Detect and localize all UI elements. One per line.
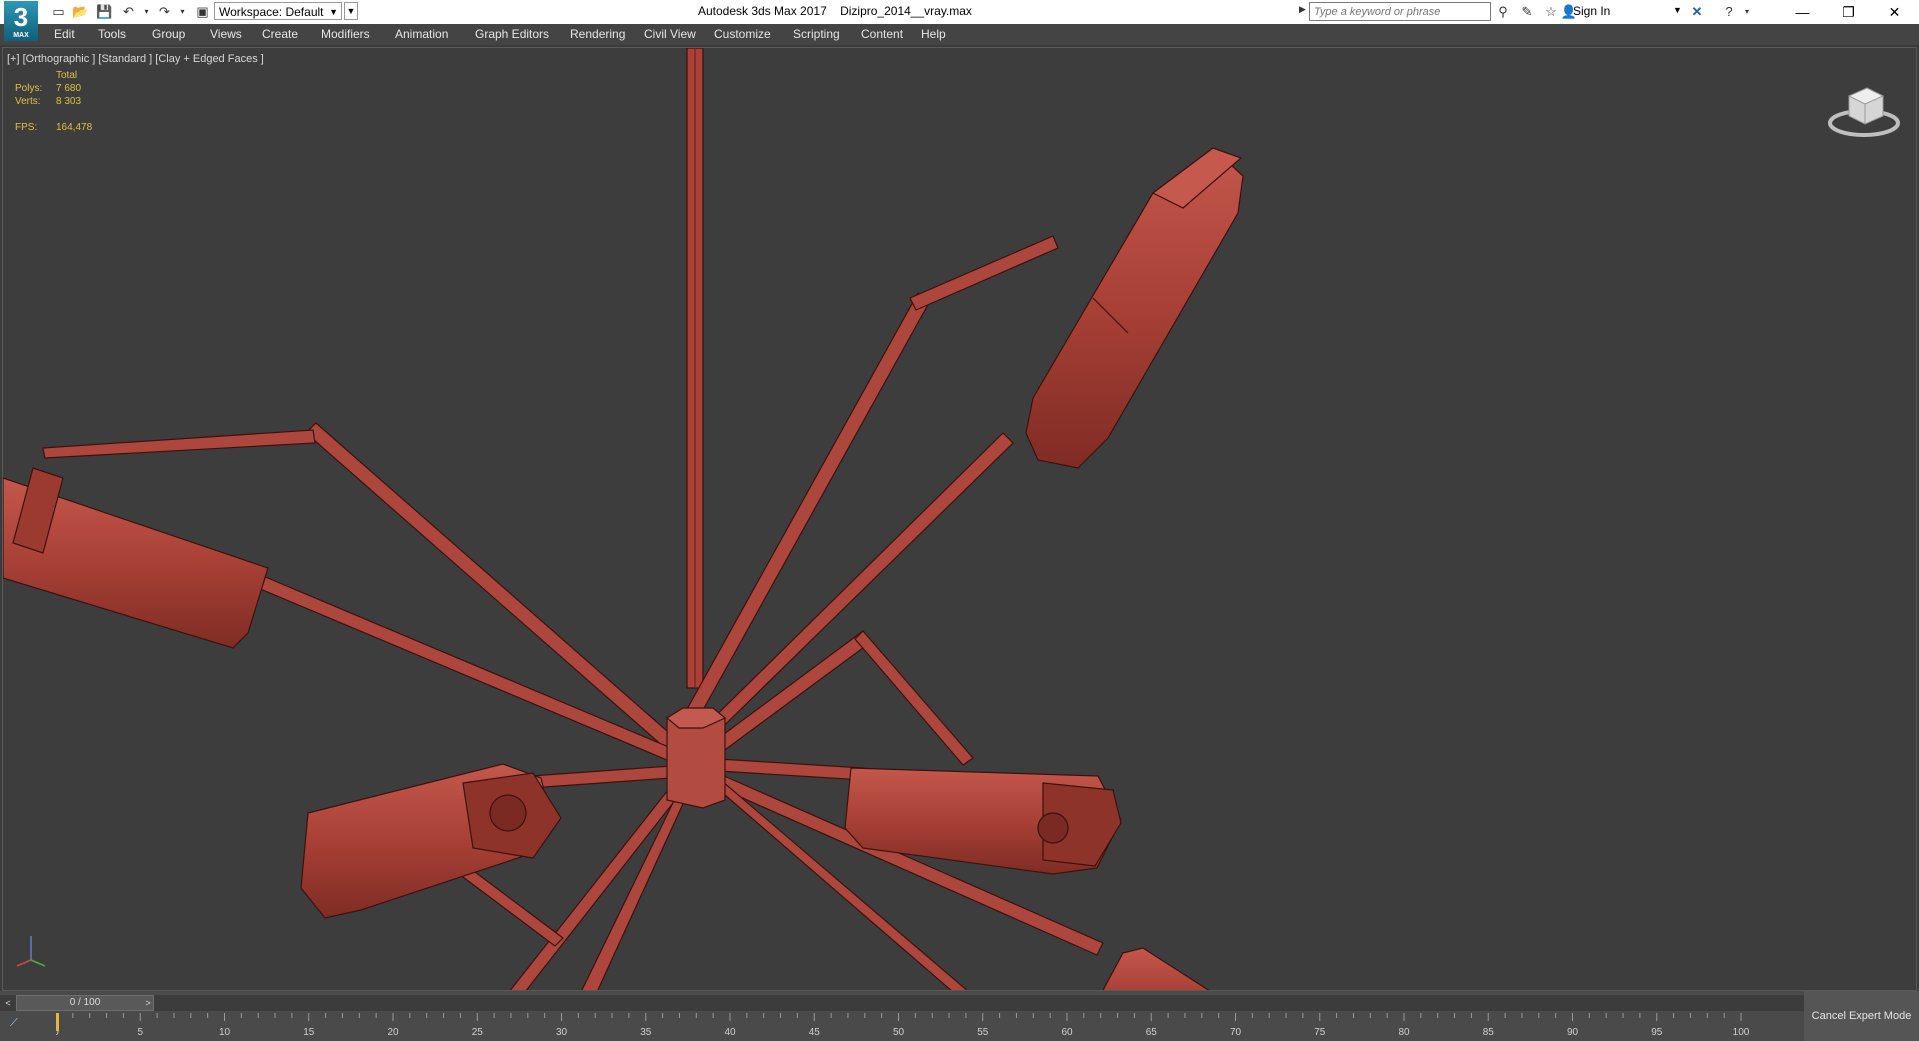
minimize-button[interactable]: — — [1780, 0, 1825, 24]
redo-icon[interactable]: ↷ — [156, 3, 173, 20]
workspace-label: Workspace: Default — [219, 5, 324, 19]
time-slider-track[interactable] — [0, 995, 1804, 1011]
undo-dropdown-icon[interactable]: ▾ — [138, 3, 155, 20]
workspace-dropdown[interactable]: Workspace: Default ▼ — [214, 2, 342, 20]
timeline-tick-label: 60 — [1061, 1027, 1073, 1038]
fps-label: FPS: — [15, 122, 38, 133]
track-bar[interactable]: 0510152025303540455055606570758085909510… — [56, 1013, 1756, 1041]
verts-value: 8 303 — [56, 96, 82, 107]
menu-edit[interactable]: Edit — [54, 27, 75, 41]
fps-value: 164,478 — [56, 122, 93, 133]
help-icon[interactable]: ? — [1720, 3, 1738, 21]
menu-group[interactable]: Group — [152, 27, 185, 41]
menu-animation[interactable]: Animation — [395, 27, 448, 41]
next-frame-button[interactable]: > — [140, 995, 156, 1011]
chevron-down-icon: ▼ — [329, 7, 338, 17]
menu-content[interactable]: Content — [861, 27, 903, 41]
menu-bar: Edit Tools Group Views Create Modifiers … — [0, 24, 1919, 45]
subscription-icon[interactable]: ✎ — [1518, 3, 1536, 21]
timeline-tick-label: 75 — [1314, 1027, 1326, 1038]
title-bar: 3 MAX ▭ 📂 💾 ↶ ▾ ↷ ▾ ▣ Workspace: Default… — [0, 0, 1919, 41]
restore-button[interactable]: ❐ — [1826, 0, 1871, 24]
timeline-tick-label: 85 — [1483, 1027, 1495, 1038]
menu-create[interactable]: Create — [262, 27, 298, 41]
save-file-icon[interactable]: 💾 — [96, 3, 113, 20]
binoculars-icon[interactable]: ⚲ — [1494, 3, 1512, 21]
menu-graph-editors[interactable]: Graph Editors — [475, 27, 549, 41]
polys-value: 7 680 — [56, 83, 82, 94]
axis-tripod-icon — [16, 936, 46, 967]
current-frame-marker[interactable] — [56, 1013, 59, 1031]
time-slider-thumb[interactable]: 0 / 100 — [16, 995, 154, 1011]
viewport-label-menu[interactable]: [+] [Orthographic ] [Standard ] [Clay + … — [7, 53, 264, 65]
timeline-tick-label: 45 — [809, 1027, 821, 1038]
timeline-tick-label: 50 — [893, 1027, 905, 1038]
window-title: Autodesk 3ds Max 2017 Dizipro_2014__vray… — [698, 4, 972, 18]
timeline-tick-label: 80 — [1398, 1027, 1410, 1038]
redo-dropdown-icon[interactable]: ▾ — [174, 3, 191, 20]
sign-in-button[interactable]: Sign In — [1573, 4, 1610, 18]
time-bar: < 0 / 100 > ⟋ 05101520253035404550556065… — [0, 991, 1919, 1041]
timeline-tick-label: 10 — [219, 1027, 231, 1038]
help-dropdown-icon[interactable]: ▾ — [1738, 3, 1756, 21]
timeline-tick-label: 40 — [724, 1027, 736, 1038]
close-button[interactable]: ✕ — [1872, 0, 1917, 24]
timeline-tick-label: 35 — [640, 1027, 652, 1038]
timeline-tick-label: 70 — [1230, 1027, 1242, 1038]
scene-render[interactable] — [3, 48, 1917, 991]
undo-icon[interactable]: ↶ — [120, 3, 137, 20]
menu-modifiers[interactable]: Modifiers — [321, 27, 370, 41]
verts-label: Verts: — [15, 96, 41, 107]
timeline-tick-label: 55 — [977, 1027, 989, 1038]
app-logo-sub: MAX — [13, 32, 29, 39]
viewcube-icon[interactable] — [1827, 78, 1901, 148]
mini-curve-editor-icon[interactable]: ⟋ — [10, 1017, 18, 1030]
polys-label: Polys: — [15, 83, 43, 94]
project-folder-icon[interactable]: ▣ — [194, 3, 211, 20]
search-expand-icon[interactable]: ▶ — [1299, 4, 1306, 15]
menu-views[interactable]: Views — [210, 27, 242, 41]
menu-rendering[interactable]: Rendering — [570, 27, 625, 41]
timeline-tick-label: 30 — [556, 1027, 568, 1038]
menu-tools[interactable]: Tools — [98, 27, 126, 41]
perspective-viewport[interactable]: [+] [Orthographic ] [Standard ] [Clay + … — [2, 47, 1917, 991]
search-input[interactable] — [1309, 2, 1491, 21]
menu-customize[interactable]: Customize — [714, 27, 771, 41]
timeline-tick-label: 100 — [1733, 1027, 1750, 1038]
previous-frame-button[interactable]: < — [0, 995, 16, 1011]
timeline-tick-label: 5 — [137, 1027, 143, 1038]
timeline-tick-label: 15 — [303, 1027, 315, 1038]
chevron-down-icon[interactable]: ▼ — [1673, 5, 1682, 15]
timeline-tick-label: 65 — [1146, 1027, 1158, 1038]
menu-help[interactable]: Help — [921, 27, 946, 41]
new-file-icon[interactable]: ▭ — [50, 3, 67, 20]
timeline-tick-label: 90 — [1567, 1027, 1579, 1038]
app-logo-text: 3 — [13, 2, 29, 32]
timeline-tick-label: 20 — [387, 1027, 399, 1038]
stats-header: Total — [56, 70, 78, 81]
open-file-icon[interactable]: 📂 — [72, 3, 89, 20]
app-logo-button[interactable]: 3 MAX — [4, 1, 38, 41]
favorites-star-icon[interactable]: ☆ — [1542, 3, 1560, 21]
quick-access-customize-button[interactable]: ▼ — [344, 2, 358, 20]
timeline-tick-label: 95 — [1651, 1027, 1663, 1038]
menu-civil-view[interactable]: Civil View — [644, 27, 696, 41]
menu-scripting[interactable]: Scripting — [793, 27, 840, 41]
exchange-apps-icon[interactable]: ✕ — [1688, 3, 1706, 21]
timeline-tick-label: 25 — [472, 1027, 484, 1038]
cancel-expert-mode-button[interactable]: Cancel Expert Mode — [1804, 991, 1919, 1041]
